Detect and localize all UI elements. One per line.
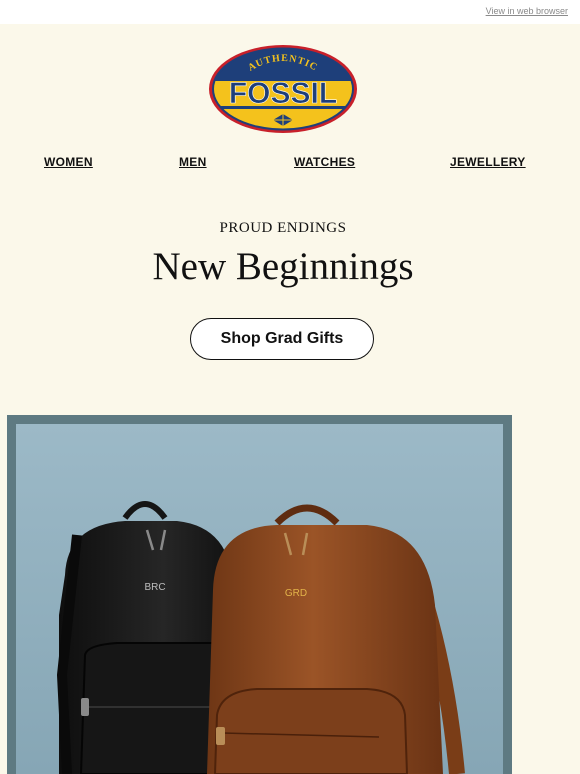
fossil-logo[interactable]: AUTHENTIC FOSSIL (208, 44, 358, 134)
black-backpack: BRC (56, 501, 233, 774)
nav-women[interactable]: WOMEN (44, 155, 93, 169)
monogram-left: BRC (144, 582, 165, 593)
hero-headline: New Beginnings (152, 245, 414, 288)
logo-brand-text: FOSSIL (229, 77, 337, 110)
view-in-browser-link[interactable]: View in web browser (486, 6, 568, 16)
monogram-right: GRD (285, 588, 307, 599)
shop-grad-gifts-button[interactable]: Shop Grad Gifts (190, 318, 374, 360)
email-body: AUTHENTIC FOSSIL WOMEN MEN WATCHES JEWEL… (0, 24, 580, 774)
top-bar: View in web browser (0, 0, 580, 24)
hero-kicker: PROUD ENDINGS (219, 220, 347, 236)
nav-men[interactable]: MEN (179, 155, 207, 169)
nav-watches[interactable]: WATCHES (294, 155, 355, 169)
main-nav: WOMEN MEN WATCHES JEWELLERY (0, 155, 580, 175)
hero-product-image[interactable]: BRC GRD (7, 415, 512, 774)
nav-jewellery[interactable]: JEWELLERY (450, 155, 526, 169)
